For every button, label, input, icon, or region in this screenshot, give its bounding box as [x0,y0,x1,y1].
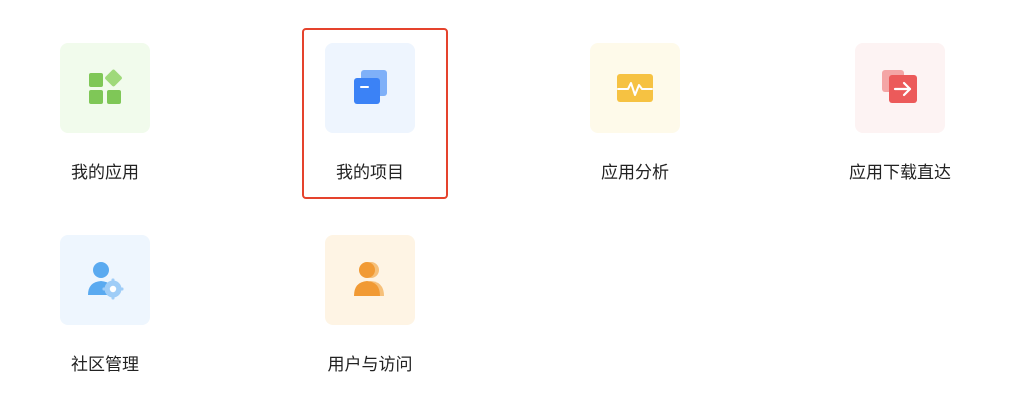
analytics-pulse-icon [617,74,653,102]
tile-my-projects-icon-box [325,43,415,133]
tile-users-access[interactable]: 用户与访问 [310,235,430,385]
tile-community-management[interactable]: 社区管理 [45,235,165,385]
tile-app-download-direct-icon-box [855,43,945,133]
tile-users-access-label: 用户与访问 [327,355,413,375]
tile-app-analytics[interactable]: 应用分析 [575,43,695,193]
tile-app-analytics-label: 应用分析 [601,163,669,183]
tile-my-projects-label: 我的项目 [336,163,404,183]
tile-app-analytics-icon-box [590,43,680,133]
tile-my-projects[interactable]: 我的项目 [310,43,430,193]
users-access-icon [354,262,384,296]
tile-community-management-icon-box [60,235,150,325]
tile-users-access-icon-box [325,235,415,325]
tile-app-download-direct[interactable]: 应用下载直达 [840,43,960,193]
community-manage-icon [88,262,124,300]
tile-my-apps-label: 我的应用 [71,163,139,183]
projects-stack-icon [354,70,387,104]
tile-app-download-direct-label: 应用下载直达 [849,163,951,183]
tile-community-management-label: 社区管理 [71,355,139,375]
download-direct-icon [882,70,917,103]
tile-my-apps[interactable]: 我的应用 [45,43,165,193]
tile-my-apps-icon-box [60,43,150,133]
apps-grid-icon [89,69,122,104]
